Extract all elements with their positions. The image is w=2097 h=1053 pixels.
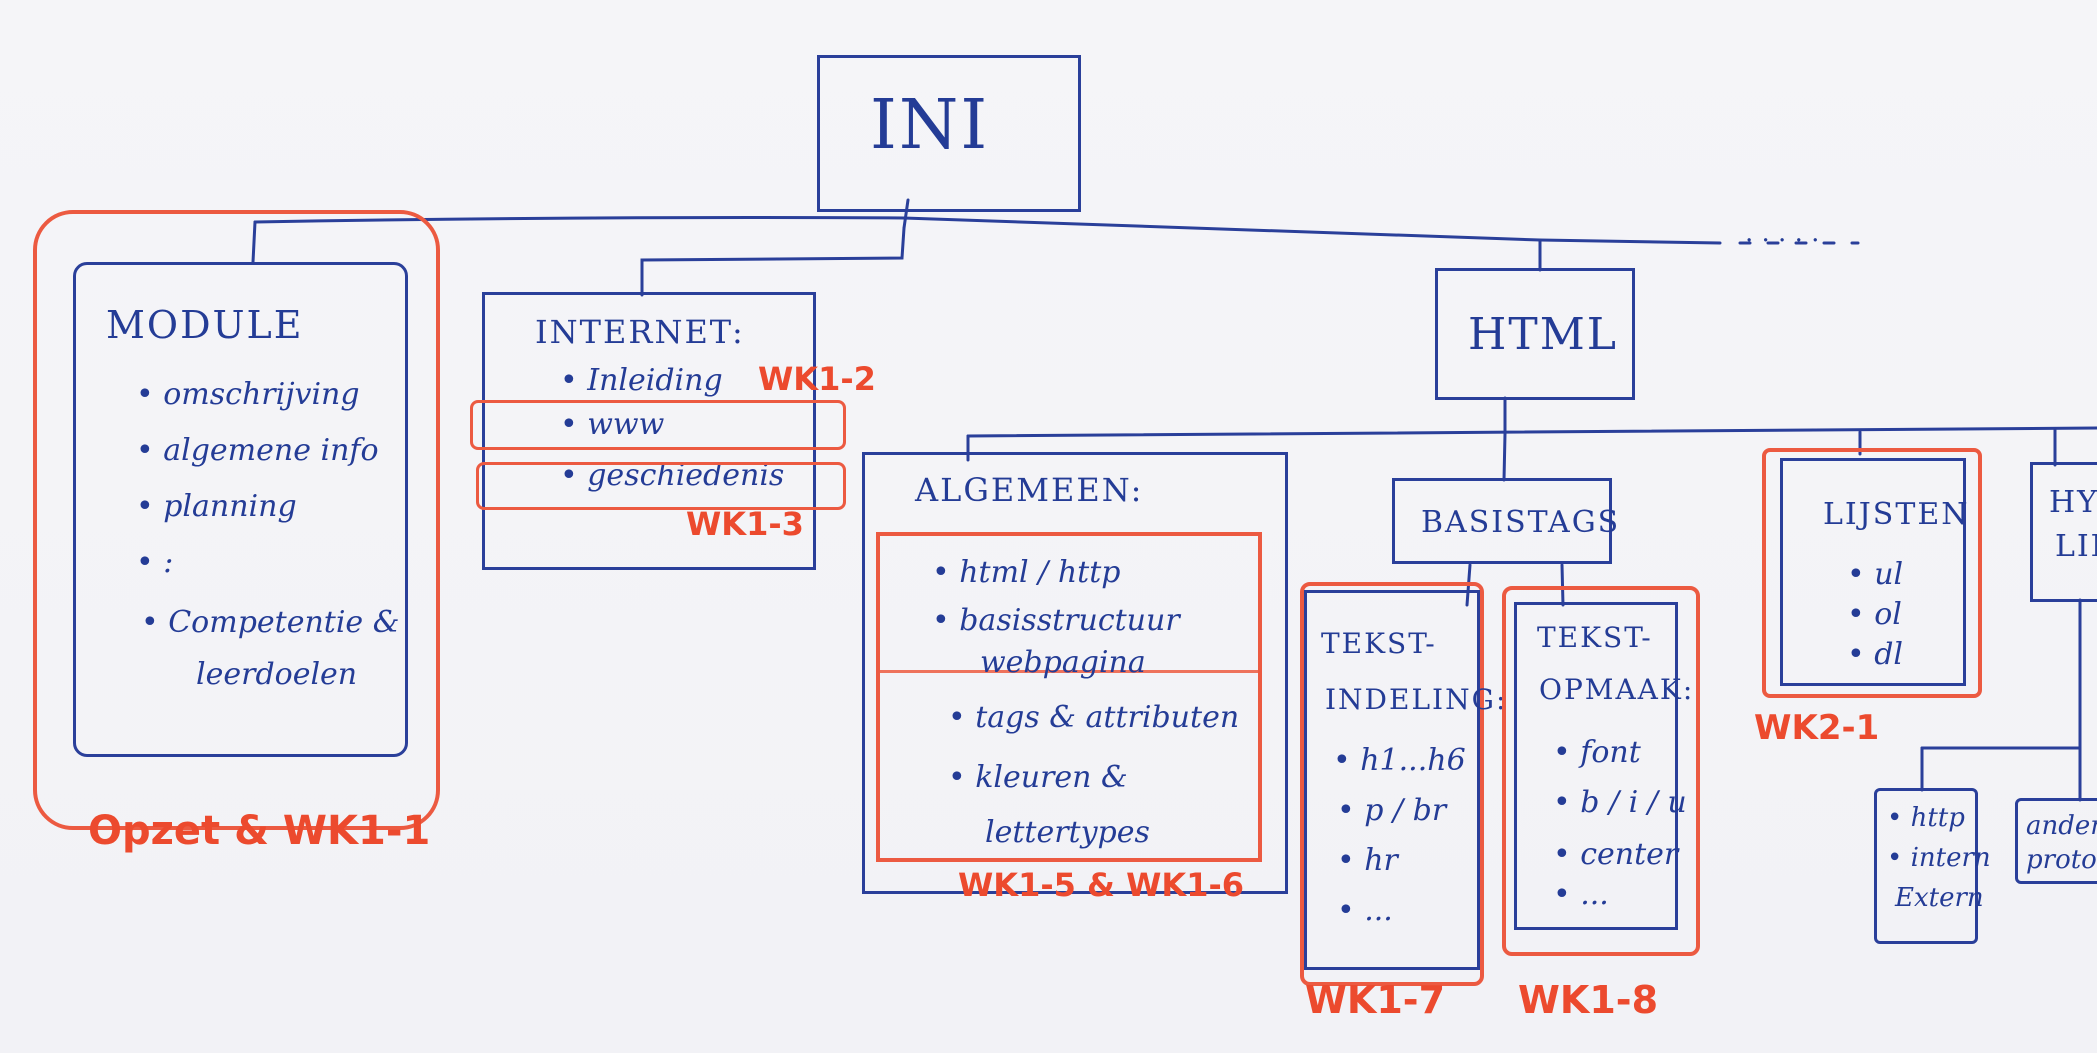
module-item: • Competentie & (141, 605, 400, 640)
tekstopmaak-title-1: TEKST- (1537, 621, 1653, 654)
tekstopmaak-item: • center (1553, 837, 1679, 872)
algemeen-item: • kleuren & (948, 760, 1128, 795)
module-title: MODULE (106, 303, 304, 347)
tekstopmaak-title-2: OPMAAK: (1539, 673, 1695, 706)
html-node: HTML (1435, 268, 1635, 400)
algemeen-title: ALGEMEEN: (915, 471, 1144, 509)
tekstindeling-title-2: INDELING: (1325, 683, 1508, 716)
lijsten-node: LIJSTEN • ul • ol • dl (1780, 458, 1968, 686)
tekstindeling-item: • p / br (1337, 793, 1447, 828)
tekstindeling-item: • h1...h6 (1333, 743, 1466, 778)
lijsten-item: • ul (1847, 557, 1904, 592)
algemeen-week-tag: WK1-5 & WK1-6 (958, 866, 1244, 904)
http-node: • http • intern Extern (1874, 788, 1991, 944)
algemeen-item: • html / http (932, 555, 1121, 590)
internet-wk12-tag: WK1-2 (758, 360, 876, 398)
http-item: Extern (1895, 883, 1984, 913)
basistags-node: BASISTAGS (1392, 478, 1618, 564)
hyperlinks-title-1: HYP (2049, 485, 2097, 520)
tekstopmaak-node: TEKST- OPMAAK: • font • b / i / u • cent… (1514, 602, 1692, 930)
lijsten-item: • dl (1847, 637, 1904, 672)
http-item: • http (1887, 803, 1965, 833)
html-label: HTML (1468, 309, 1618, 360)
internet-wk13-tag: WK1-3 (686, 505, 804, 543)
lijsten-week-tag: WK2-1 (1754, 708, 1880, 748)
internet-history-highlight (476, 462, 846, 510)
http-item: • intern (1887, 843, 1991, 873)
module-item: • omschrijving (136, 377, 360, 412)
module-week-tag: Opzet & WK1-1 (88, 808, 431, 854)
tekstindeling-week-tag: WK1-7 (1305, 978, 1446, 1022)
lijsten-item: • ol (1847, 597, 1902, 632)
tekstindeling-title-1: TEKST- (1321, 627, 1437, 660)
andere-protocol-item: protocol (2026, 845, 2097, 875)
module-node: MODULE • omschrijving • algemene info • … (73, 262, 408, 757)
algemeen-item: • basisstructuur (932, 603, 1180, 638)
internet-www-highlight (470, 400, 846, 450)
basistags-label: BASISTAGS (1421, 505, 1621, 540)
module-item: • planning (136, 489, 297, 524)
internet-item: • Inleiding (560, 363, 723, 398)
module-item: • algemene info (136, 433, 379, 468)
hyperlinks-title-2: LIN (2055, 529, 2097, 564)
tekstopmaak-item: • font (1553, 735, 1641, 770)
andere-protocol-node: andere protocol (2015, 798, 2097, 884)
module-item: • : (136, 545, 174, 580)
tekstopmaak-item: • b / i / u (1553, 785, 1687, 820)
root-node: INI (817, 55, 1081, 212)
tekstindeling-item: • ... (1337, 893, 1393, 928)
andere-protocol-item: andere (2026, 811, 2097, 841)
continuation-dots: . . . . . (1745, 218, 1820, 248)
tekstopmaak-item: • ... (1553, 877, 1609, 912)
tekstopmaak-week-tag: WK1-8 (1518, 978, 1659, 1022)
internet-title: INTERNET: (535, 313, 745, 351)
algemeen-item: • tags & attributen (948, 700, 1240, 735)
algemeen-item: lettertypes (985, 815, 1150, 850)
module-item: leerdoelen (196, 657, 358, 692)
tekstindeling-item: • hr (1337, 843, 1398, 878)
tekstindeling-node: TEKST- INDELING: • h1...h6 • p / br • hr… (1304, 590, 1505, 970)
lijsten-title: LIJSTEN (1823, 497, 1970, 532)
algemeen-item: webpagina (980, 645, 1146, 680)
root-label: INI (870, 86, 990, 165)
hyperlinks-node: HYP LIN (2030, 462, 2097, 602)
diagram-canvas: INI . . . . . MODULE • omschrijving • al… (0, 0, 2097, 1053)
